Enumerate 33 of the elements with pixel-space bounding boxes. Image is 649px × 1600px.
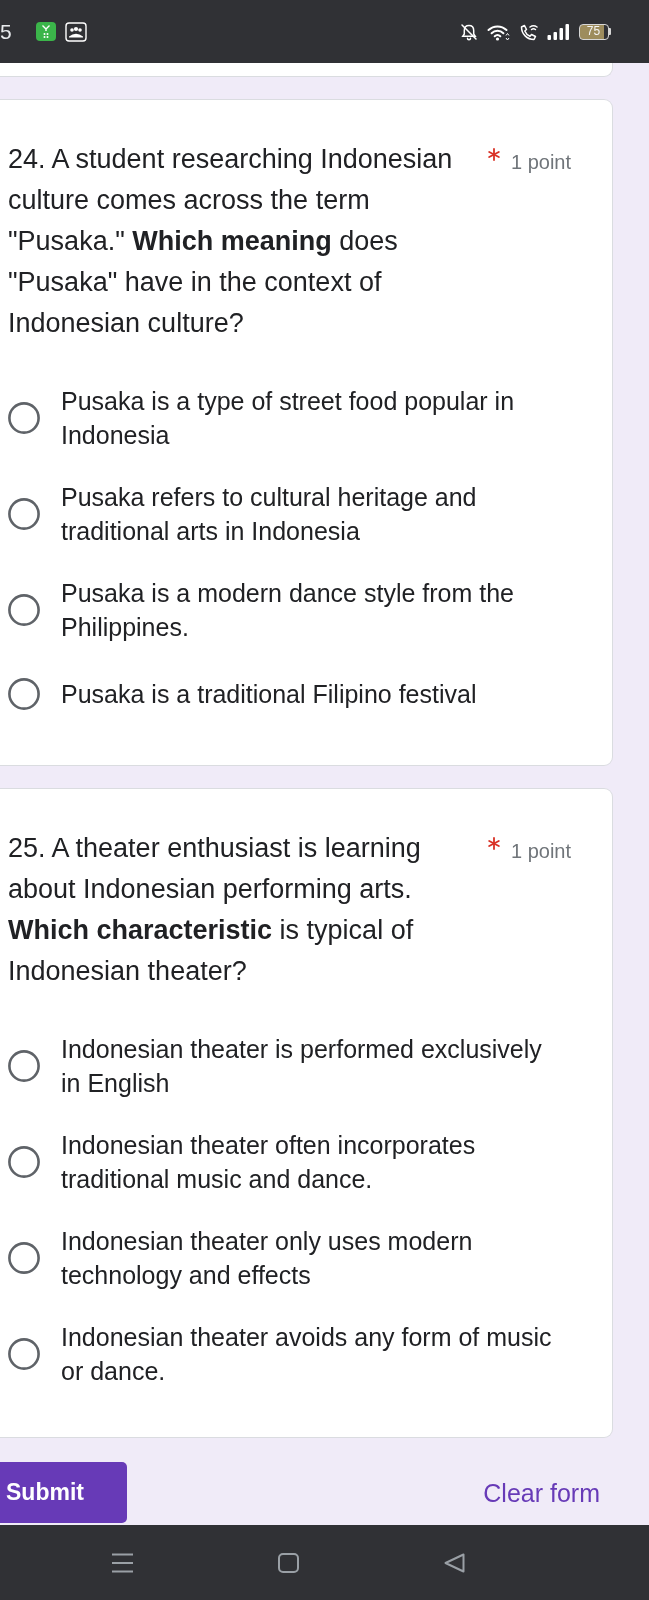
phone-wifi-icon bbox=[518, 22, 538, 41]
app-icon bbox=[35, 22, 56, 41]
radio-button[interactable] bbox=[8, 498, 40, 530]
status-time: 5 bbox=[0, 19, 12, 44]
radio-button[interactable] bbox=[8, 402, 40, 434]
muted-bell-icon bbox=[459, 22, 478, 41]
clear-form-button[interactable]: Clear form bbox=[483, 1477, 600, 1508]
radio-button[interactable] bbox=[8, 1242, 40, 1274]
option-label[interactable]: Indonesian theater avoids any form of music or dance. bbox=[61, 1320, 559, 1388]
option-label[interactable]: Pusaka is a type of street food popular in Indonesia bbox=[61, 384, 559, 452]
radio-button[interactable] bbox=[8, 594, 40, 626]
submit-button[interactable]: Submit bbox=[0, 1462, 127, 1523]
group-icon bbox=[64, 21, 87, 42]
battery-indicator: 75 bbox=[578, 23, 611, 40]
radio-button[interactable] bbox=[8, 1050, 40, 1082]
option-label[interactable]: Indonesian theater is performed exclusively in English bbox=[61, 1032, 559, 1100]
signal-icon bbox=[546, 23, 570, 40]
radio-button[interactable] bbox=[8, 1338, 40, 1370]
option-label[interactable]: Indonesian theater only uses modern technology and effects bbox=[61, 1224, 559, 1292]
menu-icon[interactable] bbox=[112, 1552, 133, 1573]
points-label: 1 point bbox=[511, 839, 572, 863]
radio-button[interactable] bbox=[8, 1146, 40, 1178]
back-icon[interactable] bbox=[444, 1552, 465, 1573]
points-label: 1 point bbox=[511, 150, 572, 174]
radio-button[interactable] bbox=[8, 678, 40, 710]
option-label[interactable]: Pusaka is a traditional Filipino festival bbox=[61, 677, 477, 711]
wifi-icon bbox=[486, 22, 510, 41]
option-label[interactable]: Indonesian theater often incorporates traditional music and dance. bbox=[61, 1128, 559, 1196]
option-label[interactable]: Pusaka refers to cultural heritage and traditional arts in Indonesia bbox=[61, 480, 559, 548]
option-label[interactable]: Pusaka is a modern dance style from the Philippines. bbox=[61, 576, 559, 644]
question-title: 25. A theater enthusiast is learning about Indonesian performing arts. Which characteristic is typical of Indonesian theater? bbox=[8, 832, 422, 988]
question-title: 24. A student researching Indonesian culture comes across the term "Pusaka." Which meaning does "Pusaka" have in the context of Indonesian culture? bbox=[8, 143, 454, 340]
square-icon[interactable] bbox=[278, 1552, 299, 1573]
